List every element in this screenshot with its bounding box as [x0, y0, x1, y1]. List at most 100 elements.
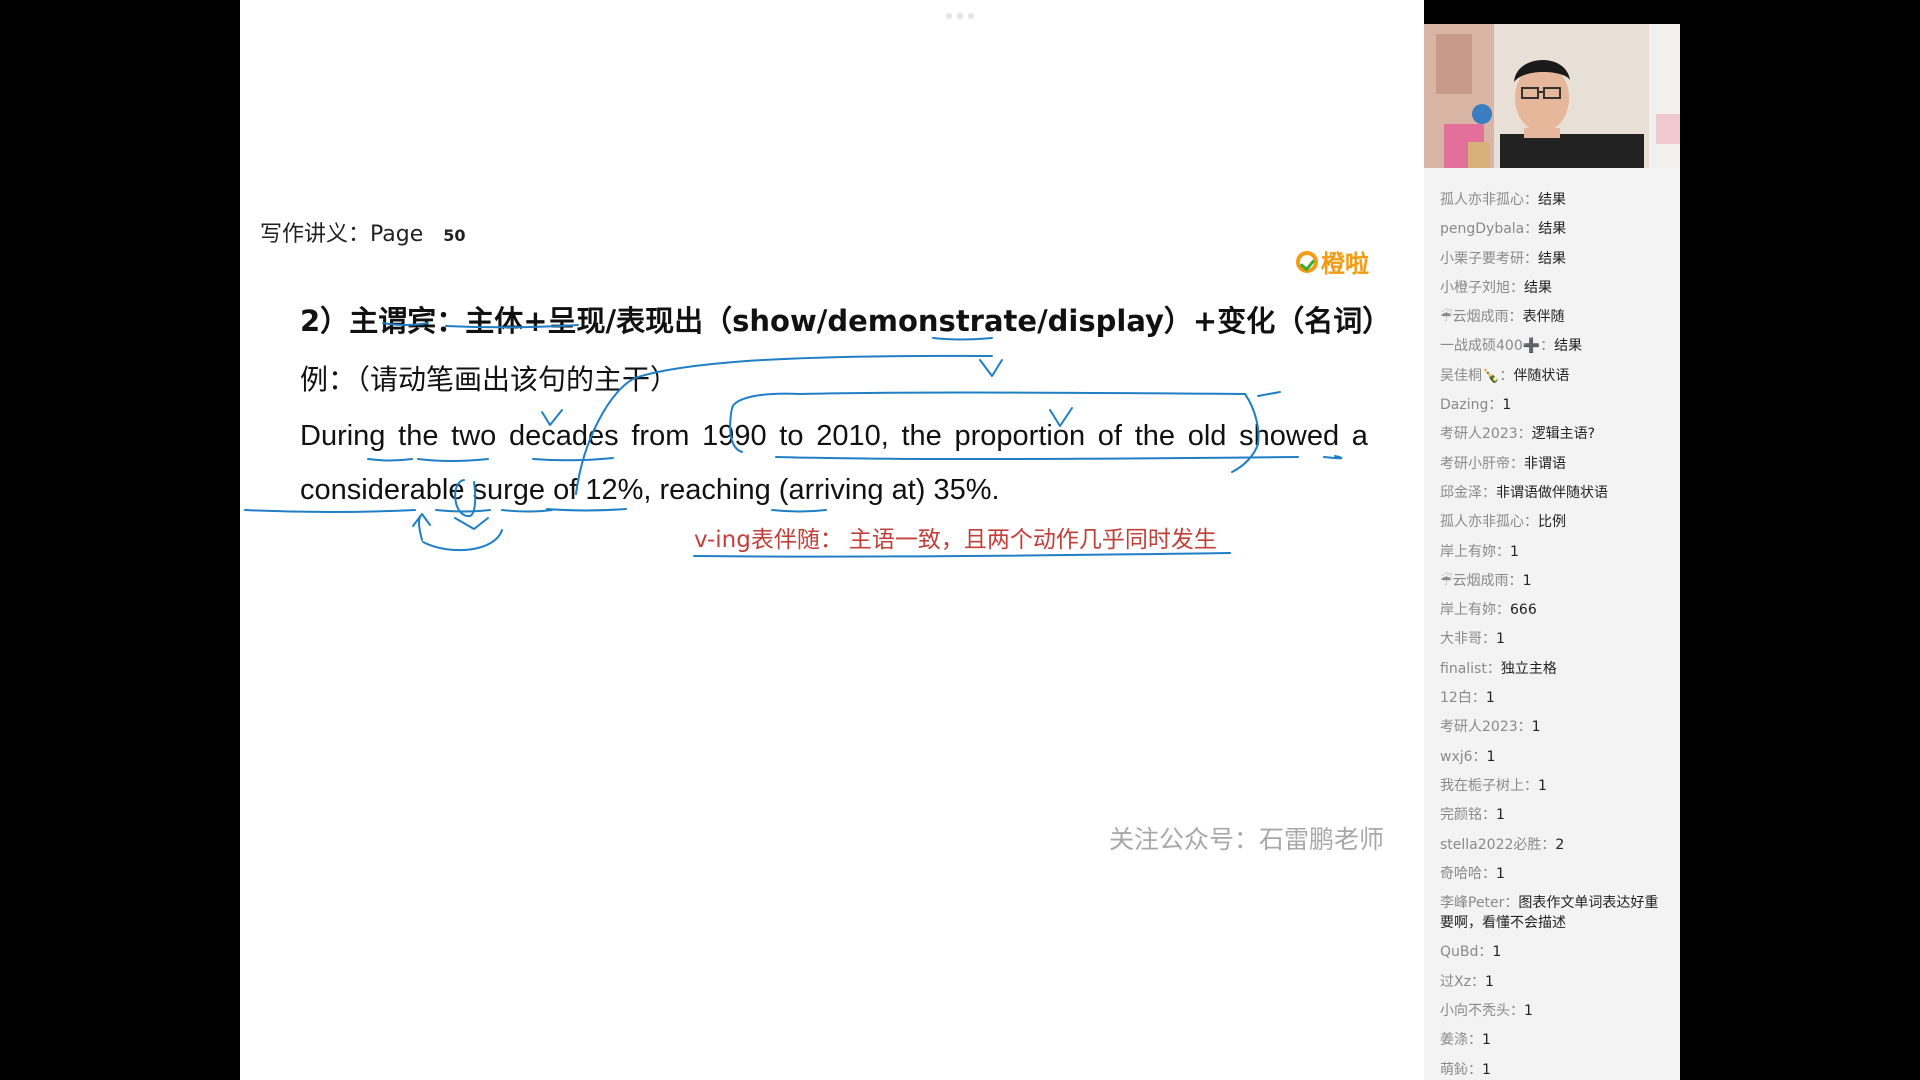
- chat-text: 比例: [1538, 514, 1566, 531]
- page-header-label: 写作讲义：Page: [260, 222, 424, 247]
- chat-message: pengDybala：结果: [1440, 219, 1672, 239]
- chat-message: 孤人亦非孤心：结果: [1440, 190, 1672, 210]
- chat-text: 1: [1496, 865, 1505, 882]
- chat-message: 考研人2023：1: [1440, 717, 1672, 737]
- chat-username: 姜涤：: [1440, 1032, 1482, 1049]
- chat-username: stella2022必胜：: [1440, 836, 1556, 853]
- chat-text: 结果: [1524, 279, 1552, 296]
- chat-text: 1: [1496, 807, 1505, 824]
- chat-text: 非谓语做伴随状语: [1496, 484, 1608, 501]
- chat-message: wxj6：1: [1440, 747, 1672, 767]
- chat-message: 岸上有妳：666: [1440, 600, 1672, 620]
- chat-username: 一战成硕400➕：: [1440, 338, 1555, 355]
- brand-logo: 橙啦: [1296, 244, 1369, 279]
- page-header: 写作讲义：Page 50: [260, 216, 466, 248]
- webcam-feed-image: [1424, 24, 1680, 168]
- chat-text: 结果: [1538, 192, 1566, 208]
- chat-message: 我在栀子树上：1: [1440, 776, 1672, 796]
- chat-message: 姜涤：1: [1440, 1030, 1672, 1050]
- chat-username: ☔云烟成雨：: [1440, 309, 1523, 326]
- chat-message: 考研人2023：逻辑主语?: [1440, 424, 1672, 444]
- chat-message: 小向不秃头：1: [1440, 1001, 1672, 1021]
- chat-message: 邱金泽：非谓语做伴随状语: [1440, 483, 1672, 503]
- chat-username: QuBd：: [1440, 944, 1493, 961]
- chat-username: 吴佳桐🍾：: [1440, 367, 1514, 384]
- example-sentence-line-1: During the two decades from 1990 to 2010…: [300, 420, 1368, 452]
- chat-text: 表伴随: [1522, 309, 1565, 326]
- chat-username: pengDybala：: [1440, 221, 1539, 238]
- watermark-text: 关注公众号：石雷鹏老师: [1109, 825, 1385, 854]
- chat-message: 奇哈哈：1: [1440, 864, 1672, 884]
- chat-message: ☔云烟成雨：1: [1440, 571, 1672, 591]
- chat-username: 孤人亦非孤心：: [1440, 192, 1538, 208]
- chat-text: 1: [1524, 1003, 1533, 1020]
- chat-username: 考研人2023：: [1440, 426, 1532, 443]
- chat-username: wxj6：: [1440, 748, 1487, 765]
- lecture-slide: 写作讲义：Page 50 橙啦 2）主谓宾：主体+呈现/表现出（show/demo…: [240, 0, 1424, 1080]
- chat-message: ☔云烟成雨：表伴随: [1440, 307, 1672, 327]
- chat-username: 孤人亦非孤心：: [1440, 514, 1538, 531]
- more-dots-icon[interactable]: [945, 13, 975, 19]
- chat-text: 1: [1492, 944, 1502, 961]
- chat-username: 邱金泽：: [1440, 484, 1496, 501]
- section-heading: 2）主谓宾：主体+呈现/表现出（show/demonstrate/display…: [300, 304, 1392, 338]
- chat-text: 1: [1486, 748, 1496, 765]
- chat-message: 孤人亦非孤心：比例: [1440, 512, 1672, 532]
- logo-check-icon: [1296, 250, 1318, 273]
- chat-username: 奇哈哈：: [1440, 865, 1496, 882]
- chat-text: 2: [1555, 836, 1565, 853]
- chat-username: 岸上有妳：: [1440, 602, 1510, 619]
- chat-username: 我在栀子树上：: [1440, 777, 1538, 794]
- chat-text: 1: [1484, 973, 1494, 990]
- chat-username: 过Xz：: [1440, 973, 1485, 990]
- chat-text: 1: [1522, 572, 1532, 589]
- chat-text: 1: [1482, 1061, 1491, 1078]
- chat-message: 过Xz：1: [1440, 972, 1672, 992]
- chat-username: finalist：: [1440, 660, 1501, 677]
- chat-username: 李峰Peter：: [1440, 895, 1519, 912]
- chat-username: ☔云烟成雨：: [1440, 572, 1523, 589]
- note-text: 主语一致，且两个动作几乎同时发生: [848, 527, 1217, 553]
- chat-text: 1: [1485, 690, 1495, 707]
- chat-message: 小橙子刘旭：结果: [1440, 278, 1672, 298]
- chat-message: Dazing：1: [1440, 395, 1672, 415]
- chat-username: 岸上有妳：: [1440, 543, 1510, 560]
- chat-username: 考研小肝帝：: [1440, 455, 1524, 472]
- chat-message-list: 孤人亦非孤心：结果 pengDybala：结果 小栗子要考研：结果 小橙子刘旭：结果 ☔…: [1440, 190, 1672, 1080]
- example-label: 例：（请动笔画出该句的主干）: [300, 363, 679, 396]
- page-number: 50: [443, 226, 466, 245]
- chat-message: finalist：独立主格: [1440, 659, 1672, 679]
- chat-username: 小向不秃头：: [1440, 1003, 1524, 1020]
- teacher-video[interactable]: [1424, 24, 1680, 168]
- chat-message: 吴佳桐🍾：伴随状语: [1440, 366, 1672, 386]
- chat-text: 伴随状语: [1513, 367, 1570, 384]
- chat-username: 小栗子要考研：: [1440, 250, 1538, 267]
- chat-message: QuBd：1: [1440, 942, 1672, 962]
- chat-text: 1: [1531, 719, 1541, 736]
- chat-username: 考研人2023：: [1440, 719, 1532, 736]
- chat-message: 李峰Peter：图表作文单词表达好重要啊，看懂不会描述: [1440, 893, 1672, 933]
- chat-username: Dazing：: [1440, 397, 1503, 414]
- example-sentence-line-2: considerable surge of 12%, reaching (arr…: [300, 474, 1000, 506]
- chat-panel[interactable]: 孤人亦非孤心：结果 pengDybala：结果 小栗子要考研：结果 小橙子刘旭：结果 ☔…: [1424, 168, 1680, 1080]
- chat-username: 小橙子刘旭：: [1440, 279, 1524, 296]
- chat-message: 小栗子要考研：结果: [1440, 249, 1672, 269]
- chat-message: 岸上有妳：1: [1440, 542, 1672, 562]
- note-label: v-ing表伴随：: [694, 527, 843, 553]
- teacher-note: v-ing表伴随： 主语一致，且两个动作几乎同时发生: [694, 520, 1217, 554]
- chat-text: 1: [1482, 1032, 1491, 1049]
- chat-username: 12白：: [1440, 690, 1486, 707]
- chat-message: stella2022必胜：2: [1440, 835, 1672, 855]
- chat-username: 大非哥：: [1440, 631, 1496, 648]
- chat-text: 1: [1538, 777, 1547, 794]
- chat-text: 结果: [1554, 338, 1583, 355]
- chat-text: 1: [1502, 397, 1512, 414]
- chat-text: 结果: [1538, 250, 1566, 267]
- logo-text: 橙啦: [1321, 250, 1369, 278]
- chat-text: 独立主格: [1500, 660, 1557, 677]
- chat-text: 1: [1496, 631, 1505, 648]
- chat-message: 考研小肝帝：非谓语: [1440, 454, 1672, 474]
- chat-username: 完颜铭：: [1440, 807, 1496, 824]
- chat-text: 逻辑主语?: [1531, 426, 1596, 443]
- chat-message: 萌鈊：1: [1440, 1060, 1672, 1080]
